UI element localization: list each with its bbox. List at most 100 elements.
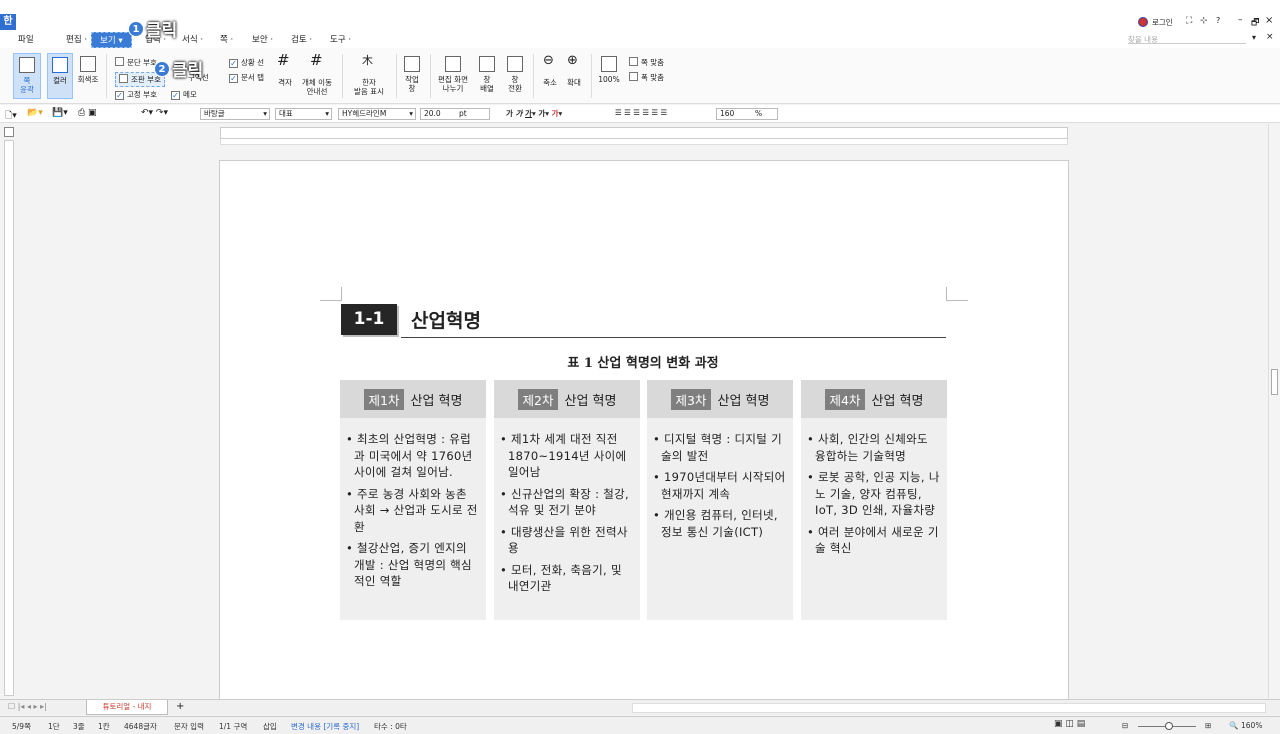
scroll-thumb[interactable] [1271, 369, 1278, 395]
help-button[interactable]: ? [1216, 16, 1220, 25]
dropdown-arrow-icon: ▾ [263, 109, 267, 118]
save-icon[interactable]: 💾▾ [52, 108, 68, 118]
status-line-checkbox[interactable]: ✓ 상황 선 [229, 57, 264, 68]
font-select[interactable]: HY헤드라인M ▾ [338, 108, 416, 120]
list-item: • 제1차 세계 대전 직전 1870~1914년 사이에 일어남 [500, 432, 627, 479]
list-item: • 사회, 인간의 신체와도 융합하는 기술혁명 [807, 432, 928, 463]
para-mark-label: 문단 부호 [127, 58, 157, 67]
page-outline-button[interactable]: 쪽 윤곽 [13, 53, 41, 99]
open-icon[interactable]: 📂▾ [27, 108, 43, 118]
checkbox-box: ✓ [115, 91, 124, 100]
para-mark-checkbox[interactable]: 문단 부호 [115, 57, 157, 68]
view-mode-icons[interactable]: ▣ ◫ ▤ [1054, 719, 1085, 729]
column-header: 제4차 산업 혁명 [801, 380, 947, 418]
status-line: 3줄 [73, 722, 85, 731]
options-icon[interactable]: ⊹ [1200, 16, 1208, 26]
dropdown-arrow-icon: ▾ [325, 109, 329, 118]
vertical-ruler[interactable] [4, 140, 14, 696]
zoom-100-button[interactable]: 100% [597, 56, 621, 84]
zoom-in-button[interactable]: ⊕ 확대 [563, 53, 585, 87]
list-item-text: 제1차 세계 대전 직전 1870~1914년 사이에 일어남 [508, 432, 627, 479]
grid-button[interactable]: # 격자 [275, 53, 295, 88]
bold-italic-underline-icons[interactable]: 가 가 가▾ 가▾ 가▾ [506, 108, 562, 119]
print-icon[interactable]: ⎙ ▣ [78, 108, 97, 118]
zoom-in-small-icon[interactable]: ⊞ [1205, 721, 1211, 730]
fit-width-icon [629, 72, 638, 81]
restore-button[interactable]: 🗗 [1251, 15, 1259, 31]
status-insert[interactable]: 삽입 [263, 721, 277, 732]
status-char-pos: 1칸 [98, 722, 110, 731]
horizontal-scrollbar[interactable] [632, 703, 1266, 713]
list-item: • 철강산업, 증기 엔지의 개발 : 산업 혁명의 핵심적인 역할 [346, 541, 472, 588]
login-link[interactable]: 로그인 [1152, 17, 1173, 28]
close-button[interactable]: × [1265, 15, 1273, 26]
color-view-button[interactable]: 컬러 [47, 53, 73, 99]
dropdown-arrow-icon: ▾ [409, 109, 413, 118]
search-input[interactable]: 찾을 내용 [1128, 34, 1246, 44]
split-view-button[interactable]: 편집 화면 나누기 [436, 56, 470, 93]
menu-view[interactable]: 보기 ▾ [91, 32, 132, 48]
new-doc-icon[interactable]: 🗋▾ [5, 108, 17, 124]
fit-page-button[interactable]: 쪽 맞춤 [629, 57, 664, 68]
status-track-changes[interactable]: 변경 내용 [기록 중지] [291, 721, 359, 732]
fit-width-label: 폭 맞춤 [641, 73, 665, 82]
memo-checkbox[interactable]: ✓ 메모 [171, 89, 197, 100]
divider [396, 54, 397, 98]
grayscale-label: 회색조 [77, 75, 99, 84]
grayscale-icon [80, 56, 96, 72]
doc-tab-checkbox[interactable]: ✓ 문서 탭 [229, 72, 264, 83]
column-badge: 제2차 [517, 388, 559, 410]
tab-tutorial[interactable]: 튜토리얼 - 내지 [86, 700, 168, 715]
list-item: • 디지털 혁명 : 디지털 기술의 발전 [653, 432, 782, 463]
column-badge: 제3차 [670, 388, 712, 410]
style-select[interactable]: 바탕글 ▾ [200, 108, 270, 120]
column-badge: 제1차 [363, 388, 405, 410]
lang-select[interactable]: 대표 ▾ [275, 108, 332, 120]
minimize-button[interactable]: – [1238, 15, 1243, 25]
add-tab-button[interactable]: + [176, 701, 184, 712]
hanja-label: 한자 발음 표시 [354, 78, 384, 96]
zoom-in-icon: ⊕ [567, 53, 578, 68]
fit-page-icon [629, 57, 638, 66]
menu-page-label: 쪽 [220, 35, 228, 45]
tab-nav-icons[interactable]: ☐ |◂ ◂ ▸ ▸| [8, 702, 47, 711]
zoom-select[interactable]: 160% [716, 108, 778, 120]
list-item: • 최초의 산업혁명 : 유럽과 미국에서 약 1760년사이에 걸쳐 일어남. [346, 432, 473, 479]
font-size-input[interactable]: 20.0 pt [420, 108, 490, 120]
grayscale-button[interactable]: 회색조 [75, 56, 101, 84]
object-guide-button[interactable]: # 개체 이동 안내선 [298, 53, 336, 97]
fullscreen-icon[interactable]: ⛶ [1186, 16, 1192, 26]
zoom-out-button[interactable]: ⊖ 축소 [539, 54, 561, 87]
undo-icon[interactable]: ↶▾ ↷▾ [141, 108, 168, 118]
workspace-button[interactable]: 작업 창 [401, 56, 423, 93]
hanja-pronounce-button[interactable]: 木 한자 발음 표시 [348, 55, 390, 96]
revolution-column-4: 제4차 산업 혁명 • 사회, 인간의 신체와도 융합하는 기술혁명 • 로봇 공… [801, 380, 947, 620]
search-close-icon[interactable]: × [1266, 32, 1274, 42]
arrange-window-button[interactable]: 창 배열 [476, 56, 498, 93]
margin-mark-right [946, 287, 968, 301]
menu-security[interactable]: 보안 · [252, 33, 273, 45]
menu-tools[interactable]: 도구 · [330, 33, 351, 45]
workspace-label: 작업 창 [405, 75, 419, 93]
vertical-scrollbar[interactable] [1268, 124, 1280, 698]
revolution-column-1: 제1차 산업 혁명 • 최초의 산업혁명 : 유럽과 미국에서 약 1760년사이… [340, 380, 486, 620]
horizontal-ruler[interactable] [220, 127, 1068, 139]
switch-icon [507, 56, 523, 72]
menu-page[interactable]: 쪽 · [220, 33, 233, 45]
ruler-corner-icon[interactable] [4, 127, 14, 137]
zoom-slider-thumb[interactable] [1165, 722, 1173, 730]
fixed-mark-checkbox[interactable]: ✓ 고정 부호 [115, 89, 157, 100]
search-dropdown-icon[interactable]: ▾ [1252, 33, 1256, 42]
split-icon [445, 56, 461, 72]
switch-window-button[interactable]: 창 전환 [503, 56, 527, 93]
menu-edit[interactable]: 편집 · [66, 33, 87, 45]
status-zoom-icon[interactable]: 🔍 [1229, 721, 1238, 730]
menu-format[interactable]: 서식 · [182, 33, 203, 45]
menu-review[interactable]: 검토 · [291, 33, 312, 45]
align-icons[interactable]: ☰ ☰ ☰ ☰ ☰ ☰ [615, 108, 667, 117]
ruler-indent-bar [220, 139, 1068, 145]
font-size-value: 20.0 [424, 109, 441, 118]
menu-file[interactable]: 파일 [18, 33, 34, 45]
zoom-out-small-icon[interactable]: ⊟ [1122, 721, 1128, 730]
fit-width-button[interactable]: 폭 맞춤 [629, 72, 664, 83]
